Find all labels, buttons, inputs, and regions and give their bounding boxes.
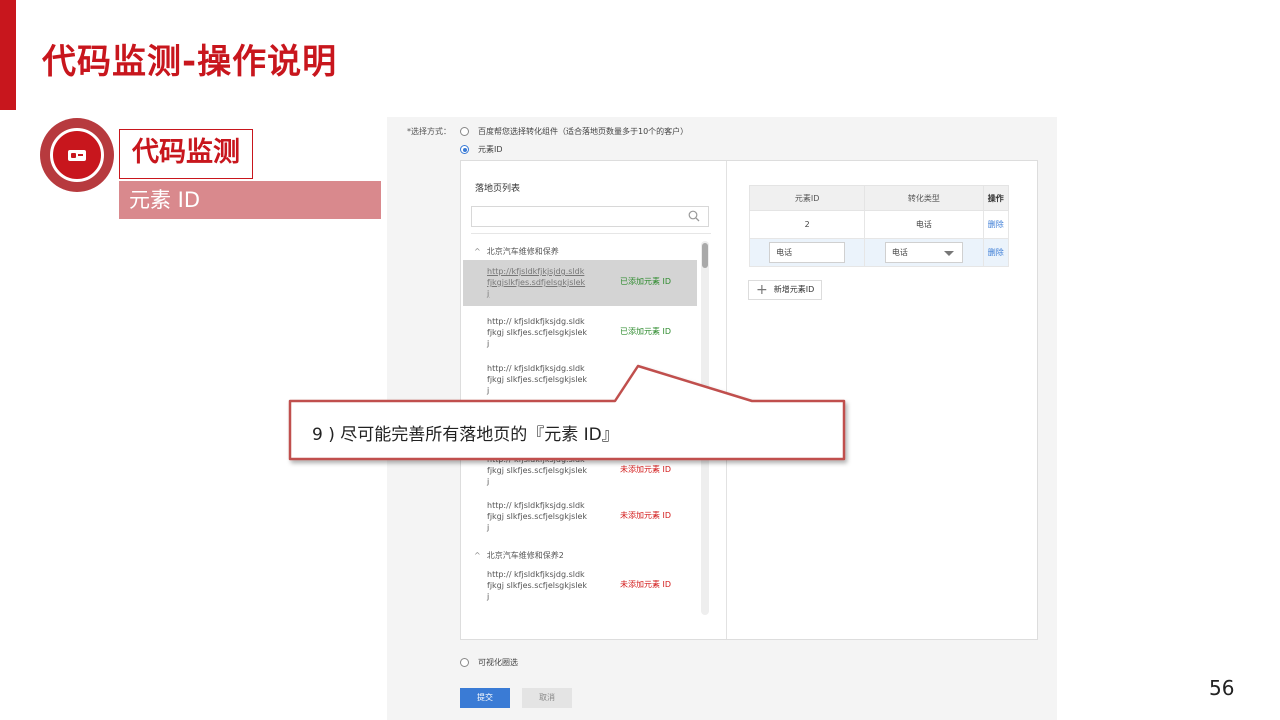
- list-item[interactable]: http:// kfjsldkfjksjdg.sldkfjkgj slkfjes…: [463, 563, 697, 609]
- cell-conversion-type: 电话: [864, 210, 984, 239]
- item-url[interactable]: http://kfjsldkfjkjsjdg.sldkfjkgjslkfjes.…: [487, 266, 587, 299]
- section-name: 代码监测: [119, 129, 253, 179]
- element-id-panel: 落地页列表 ^ 北京汽车维修和保养 http://kfjsldkfjkjsjdg.…: [460, 160, 1038, 640]
- list-item[interactable]: http:// kfjsldkfjksjdg.sldkfjkgj slkfjes…: [463, 357, 697, 403]
- item-status: 已添加元素 ID: [620, 277, 672, 286]
- landing-list-title: 落地页列表: [475, 184, 521, 194]
- landing-page-list: 落地页列表 ^ 北京汽车维修和保养 http://kfjsldkfjkjsjdg.…: [461, 161, 727, 639]
- search-icon[interactable]: [688, 210, 700, 222]
- radio-auto[interactable]: [460, 127, 469, 136]
- item-url[interactable]: http:// kfjsldkfjksjdg.sldkfjkgj slkfjes…: [487, 569, 587, 602]
- submit-button[interactable]: 提交: [460, 688, 510, 708]
- cancel-button[interactable]: 取消: [522, 688, 572, 708]
- page-number: 56: [1209, 676, 1235, 700]
- item-url[interactable]: http:// kfjsldkfjksjdg.sldkfjkgj slkfjes…: [487, 454, 587, 487]
- slide-accent-bar: [0, 0, 16, 110]
- list-item[interactable]: http:// kfjsldkfjksjdg.sldkfjkgj slkfjes…: [463, 448, 697, 494]
- list-scrollbar[interactable]: [701, 241, 709, 615]
- plus-icon: +: [756, 282, 768, 298]
- callout-text: 9 ) 尽可能完善所有落地页的『元素 ID』: [312, 425, 619, 445]
- column-header-action: 操作: [982, 185, 1010, 211]
- column-header-element-id: 元素ID: [748, 185, 866, 211]
- section-badge: [40, 118, 114, 192]
- element-id-table: 元素ID 转化类型 操作 2 电话 删除 电话 电话 删除: [748, 185, 1010, 267]
- option-element-id[interactable]: 元素ID: [460, 144, 503, 155]
- cell-element-id: 2: [748, 210, 866, 239]
- table-row: 2 电话 删除: [748, 210, 1010, 239]
- conversion-type-select[interactable]: 电话: [884, 242, 963, 263]
- item-url[interactable]: http:// kfjsldkfjksjdg.sldkfjkgj slkfjes…: [487, 363, 587, 396]
- table-edit-row: 电话 电话 删除: [748, 238, 1010, 267]
- item-status: 未添加元素 ID: [620, 580, 672, 589]
- group-header[interactable]: ^ 北京汽车维修和保养: [474, 246, 559, 257]
- delete-link[interactable]: 删除: [988, 220, 1004, 229]
- scrollbar-thumb[interactable]: [702, 243, 708, 268]
- element-id-input[interactable]: 电话: [769, 242, 846, 263]
- column-header-conversion-type: 转化类型: [864, 185, 984, 211]
- list-item[interactable]: http:// kfjsldkfjksjdg.sldkfjkgj slkfjes…: [463, 310, 697, 356]
- add-element-id-button[interactable]: + 新增元素ID: [748, 280, 823, 300]
- option-visual-label: 可视化圈选: [478, 658, 518, 667]
- list-divider: [471, 233, 711, 234]
- radio-element-id[interactable]: [460, 145, 469, 154]
- slide-title: 代码监测-操作说明: [42, 42, 338, 82]
- method-label: *选择方式：: [407, 127, 451, 136]
- delete-link[interactable]: 删除: [988, 248, 1004, 257]
- chevron-up-icon[interactable]: ^: [474, 551, 481, 560]
- chevron-up-icon[interactable]: ^: [474, 247, 481, 256]
- option-auto-label: 百度帮您选择转化组件（适合落地页数量多于10个的客户）: [478, 127, 689, 136]
- item-url[interactable]: http:// kfjsldkfjksjdg.sldkfjkgj slkfjes…: [487, 500, 587, 533]
- item-url[interactable]: http:// kfjsldkfjksjdg.sldkfjkgj slkfjes…: [487, 316, 587, 349]
- option-visual[interactable]: 可视化圈选: [460, 657, 518, 668]
- radio-visual[interactable]: [460, 658, 469, 667]
- list-item[interactable]: http://kfjsldkfjkjsjdg.sldkfjkgjslkfjes.…: [463, 260, 697, 306]
- embedded-screenshot: *选择方式： 百度帮您选择转化组件（适合落地页数量多于10个的客户） 元素ID …: [387, 117, 1057, 720]
- option-element-id-label: 元素ID: [478, 145, 503, 154]
- caret-down-icon[interactable]: [943, 251, 954, 256]
- table-header-row: 元素ID 转化类型 操作: [748, 185, 1010, 211]
- item-status: 未添加元素 ID: [620, 511, 672, 520]
- item-status: 已添加元素 ID: [620, 327, 672, 336]
- section-subtitle: 元素 ID: [119, 181, 381, 219]
- list-item[interactable]: http:// kfjsldkfjksjdg.sldkfjkgj slkfjes…: [463, 494, 697, 540]
- item-status: 未添加元素 ID: [620, 465, 672, 474]
- tag-icon: [68, 149, 86, 161]
- landing-search-input[interactable]: [471, 206, 709, 227]
- option-auto[interactable]: 百度帮您选择转化组件（适合落地页数量多于10个的客户）: [460, 126, 688, 137]
- group-header[interactable]: ^ 北京汽车维修和保养2: [474, 550, 564, 561]
